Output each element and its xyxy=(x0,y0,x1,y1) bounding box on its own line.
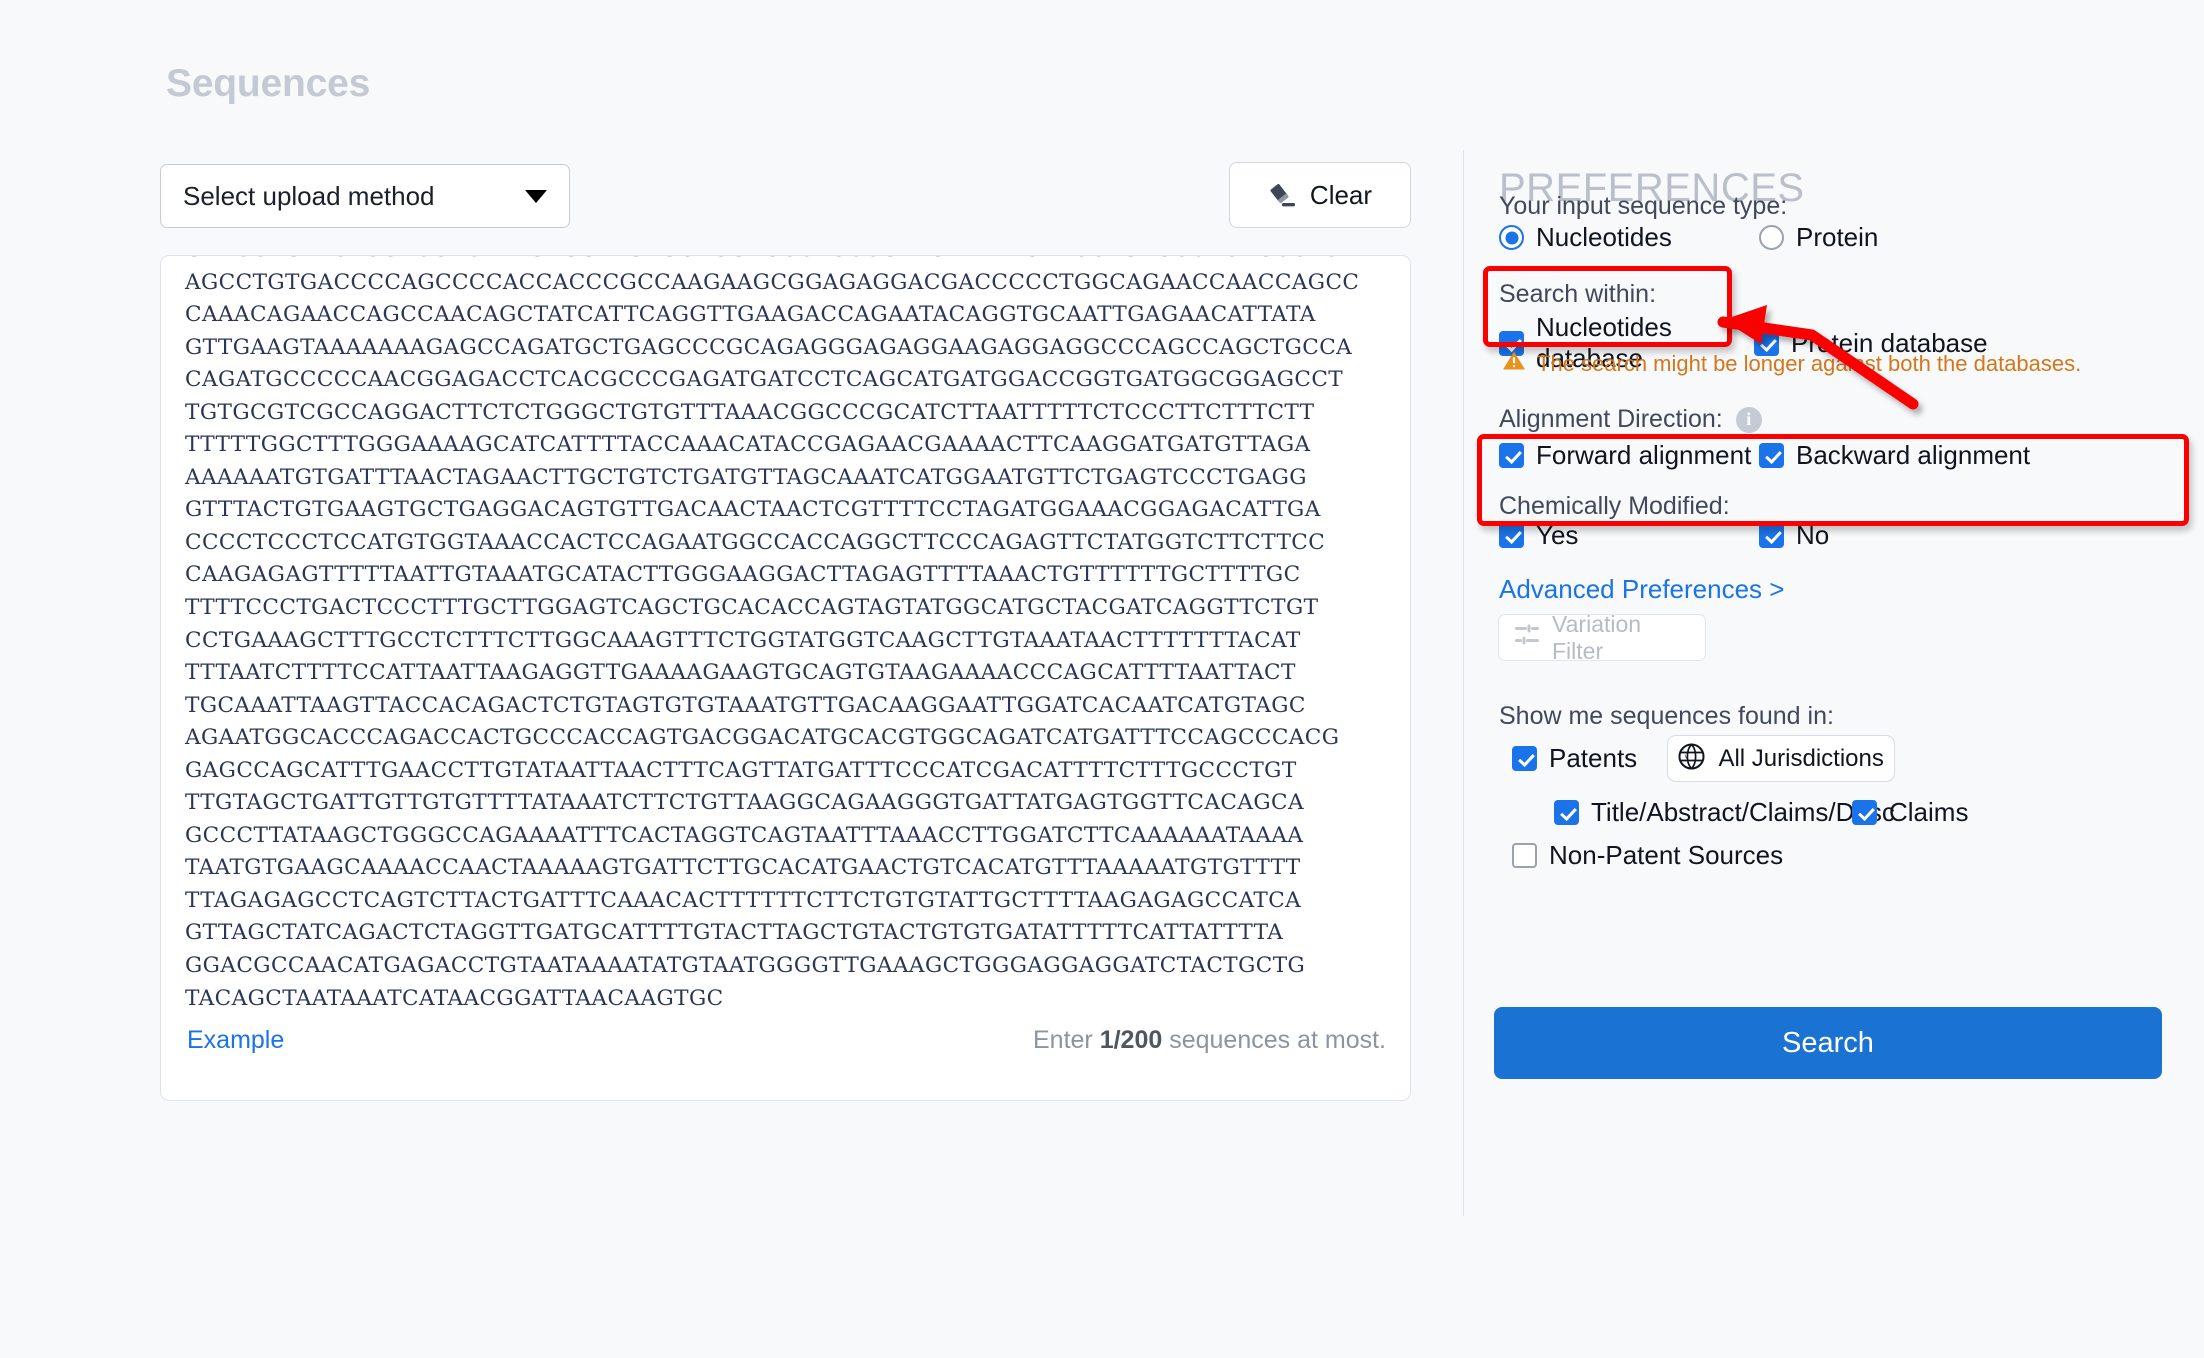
sequence-type-label: Your input sequence type: xyxy=(1499,192,1787,221)
advanced-preferences-link[interactable]: Advanced Preferences > xyxy=(1499,574,1784,605)
sequence-footer: Example Enter 1/200 sequences at most. xyxy=(161,1012,1411,1100)
jurisdictions-button[interactable]: All Jurisdictions xyxy=(1667,735,1895,782)
example-link[interactable]: Example xyxy=(187,1026,284,1055)
search-button[interactable]: Search xyxy=(1494,1007,2162,1079)
clear-button[interactable]: Clear xyxy=(1229,162,1411,228)
upload-method-dropdown[interactable]: Select upload method xyxy=(160,164,570,228)
checkbox-non-patent-sources-label: Non-Patent Sources xyxy=(1549,840,1783,871)
checkbox-title-abstract-claims-desc-icon[interactable] xyxy=(1554,800,1579,825)
eraser-icon xyxy=(1268,181,1298,209)
sequence-textarea[interactable]: GAACCAGATCTGGACGACAATGAGGATGAGGAGGAGCCTG… xyxy=(161,255,1411,1019)
variation-filter-label: Variation Filter xyxy=(1552,611,1690,665)
checkbox-claims-label: Claims xyxy=(1889,797,1968,828)
checkbox-backward-alignment-label: Backward alignment xyxy=(1796,440,2030,471)
checkbox-forward-alignment-label: Forward alignment xyxy=(1536,440,1751,471)
patents-row: Patents All Jurisdictions xyxy=(1512,735,1895,782)
counter-count: 1/200 xyxy=(1100,1026,1163,1054)
radio-nucleotides[interactable]: Nucleotides xyxy=(1499,222,1759,253)
checkbox-non-patent-sources-icon[interactable] xyxy=(1512,843,1537,868)
checkbox-chem-no-label: No xyxy=(1796,520,1829,551)
checkbox-chem-yes-icon[interactable] xyxy=(1499,523,1524,548)
show-me-label: Show me sequences found in: xyxy=(1499,702,1834,731)
radio-protein[interactable]: Protein xyxy=(1759,222,1878,253)
checkbox-chem-no[interactable]: No xyxy=(1759,520,1829,551)
sequence-search-page: Sequences Select upload method Clear GAA… xyxy=(0,0,2204,1358)
patent-scope-options: Title/Abstract/Claims/Desc Claims xyxy=(1554,797,1968,828)
clear-button-label: Clear xyxy=(1310,180,1372,211)
jurisdictions-label: All Jurisdictions xyxy=(1718,745,1883,773)
sequence-type-options: Nucleotides Protein xyxy=(1499,222,2159,253)
chemically-modified-options: Yes No xyxy=(1499,520,2199,551)
alignment-direction-label: Alignment Direction: xyxy=(1499,405,1723,434)
radio-protein-icon[interactable] xyxy=(1759,225,1784,250)
checkbox-claims-icon[interactable] xyxy=(1852,800,1877,825)
checkbox-backward-alignment-icon[interactable] xyxy=(1759,443,1784,468)
sliders-icon xyxy=(1514,624,1540,651)
chevron-down-icon xyxy=(525,190,547,203)
search-within-label: Search within: xyxy=(1499,280,1656,309)
page-title: Sequences xyxy=(166,62,370,106)
alignment-direction-options: Forward alignment Backward alignment xyxy=(1499,440,2199,471)
radio-protein-label: Protein xyxy=(1796,222,1878,253)
upload-method-label: Select upload method xyxy=(183,181,513,212)
counter-prefix: Enter xyxy=(1033,1026,1100,1054)
info-icon[interactable]: i xyxy=(1736,407,1762,433)
sequence-counter: Enter 1/200 sequences at most. xyxy=(1033,1026,1386,1055)
checkbox-backward-alignment[interactable]: Backward alignment xyxy=(1759,440,2030,471)
counter-suffix: sequences at most. xyxy=(1162,1026,1386,1054)
checkbox-patents-label: Patents xyxy=(1549,743,1637,774)
alignment-direction-header: Alignment Direction: i xyxy=(1499,405,1762,434)
globe-icon xyxy=(1678,743,1705,775)
checkbox-patents[interactable]: Patents xyxy=(1512,743,1637,774)
checkbox-title-abstract-claims-desc[interactable]: Title/Abstract/Claims/Desc xyxy=(1554,797,1852,828)
checkbox-chem-yes-label: Yes xyxy=(1536,520,1578,551)
warning-triangle-icon xyxy=(1502,350,1526,377)
checkbox-patents-icon[interactable] xyxy=(1512,746,1537,771)
radio-nucleotides-icon[interactable] xyxy=(1499,225,1524,250)
checkbox-non-patent-sources[interactable]: Non-Patent Sources xyxy=(1512,840,1783,871)
search-within-warning-text: The search might be longer against both … xyxy=(1537,351,2081,377)
checkbox-title-abstract-claims-desc-label: Title/Abstract/Claims/Desc xyxy=(1591,797,1895,828)
search-within-warning: The search might be longer against both … xyxy=(1502,350,2081,377)
chemically-modified-label: Chemically Modified: xyxy=(1499,492,1730,521)
sequence-input-card: GAACCAGATCTGGACGACAATGAGGATGAGGAGGAGCCTG… xyxy=(160,255,1411,1101)
checkbox-claims[interactable]: Claims xyxy=(1852,797,1968,828)
checkbox-chem-yes[interactable]: Yes xyxy=(1499,520,1759,551)
checkbox-forward-alignment[interactable]: Forward alignment xyxy=(1499,440,1759,471)
radio-nucleotides-label: Nucleotides xyxy=(1536,222,1672,253)
variation-filter-button[interactable]: Variation Filter xyxy=(1498,614,1706,661)
checkbox-forward-alignment-icon[interactable] xyxy=(1499,443,1524,468)
preferences-panel: PREFERENCES Your input sequence type: Nu… xyxy=(1464,0,2204,1358)
sequences-panel: Sequences Select upload method Clear GAA… xyxy=(0,0,1463,1358)
checkbox-chem-no-icon[interactable] xyxy=(1759,523,1784,548)
